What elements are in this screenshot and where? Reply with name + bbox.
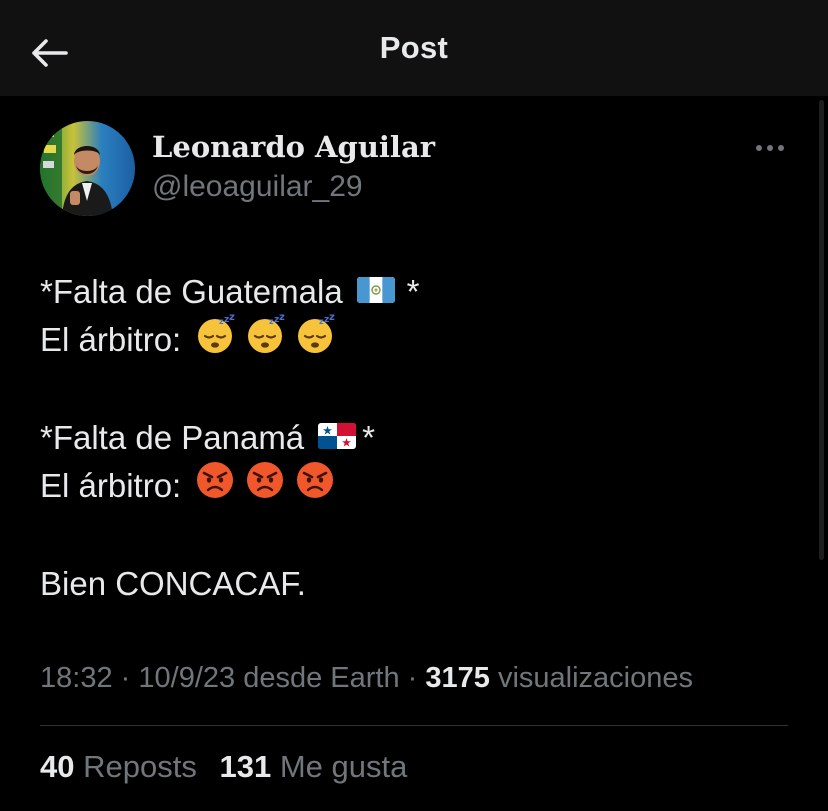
page-title: Post [379, 30, 449, 65]
post-metadata: 18:32 · 10/9/23 desde Earth · 3175 visua… [40, 662, 693, 695]
author-display-name[interactable]: Leonardo Aguilar [152, 130, 435, 164]
guatemala-flag-icon [356, 268, 395, 316]
likes-count: 131 [219, 749, 272, 784]
svg-text:z: z [279, 314, 285, 323]
post-line-suffix: * [406, 273, 420, 310]
post-line: *Falta de Guatemala * [40, 268, 800, 316]
post-time[interactable]: 18:32 [40, 662, 113, 694]
post-date[interactable]: 10/9/23 [138, 662, 235, 694]
sleeping-face-icon: z z z [195, 312, 235, 367]
sleeping-face-icon: z z z [295, 312, 335, 367]
meta-separator: · [120, 662, 131, 694]
reposts-count: 40 [40, 749, 75, 784]
post-line: El árbitro: [40, 460, 800, 513]
post-source: desde Earth [243, 662, 400, 694]
post-line: *Falta de Panamá * [40, 414, 800, 462]
angry-face-icon [295, 460, 335, 513]
post-text: *Falta de Guatemala * El árbitro: z z z … [40, 268, 800, 608]
views-count[interactable]: 3175 [425, 662, 490, 694]
author-handle[interactable]: @leoaguilar_29 [152, 170, 363, 204]
post-line-text: *Falta de Guatemala [40, 273, 343, 310]
reposts-label: Reposts [83, 749, 197, 784]
more-horizontal-icon [756, 145, 784, 151]
engagement-stats: 40 Reposts 131 Me gusta [40, 749, 407, 785]
sleeping-face-icon: z z z [245, 312, 285, 367]
post-line-text: *Falta de Panamá [40, 419, 305, 456]
scrollbar[interactable] [819, 100, 824, 560]
post-line-suffix: * [362, 419, 376, 456]
avatar-image [40, 121, 135, 216]
svg-text:z: z [329, 314, 335, 323]
angry-face-icon [195, 460, 235, 513]
reposts-stat[interactable]: 40 Reposts [40, 749, 205, 784]
likes-label: Me gusta [279, 749, 408, 784]
post-line-text: Bien CONCACAF. [40, 565, 306, 602]
divider [40, 725, 788, 726]
meta-separator: · [407, 662, 418, 694]
top-app-bar: Post [0, 0, 828, 96]
post-line-text: El árbitro: [40, 321, 182, 358]
angry-face-icon [245, 460, 285, 513]
avatar[interactable] [40, 121, 135, 216]
svg-text:z: z [229, 314, 235, 323]
views-label[interactable]: visualizaciones [498, 662, 693, 694]
post-line: Bien CONCACAF. [40, 560, 800, 608]
post-line-text: El árbitro: [40, 467, 182, 504]
more-options-button[interactable] [750, 135, 790, 161]
post-line: El árbitro: z z z z z z z z z [40, 312, 800, 367]
likes-stat[interactable]: 131 Me gusta [219, 749, 407, 784]
panama-flag-icon [318, 414, 357, 462]
